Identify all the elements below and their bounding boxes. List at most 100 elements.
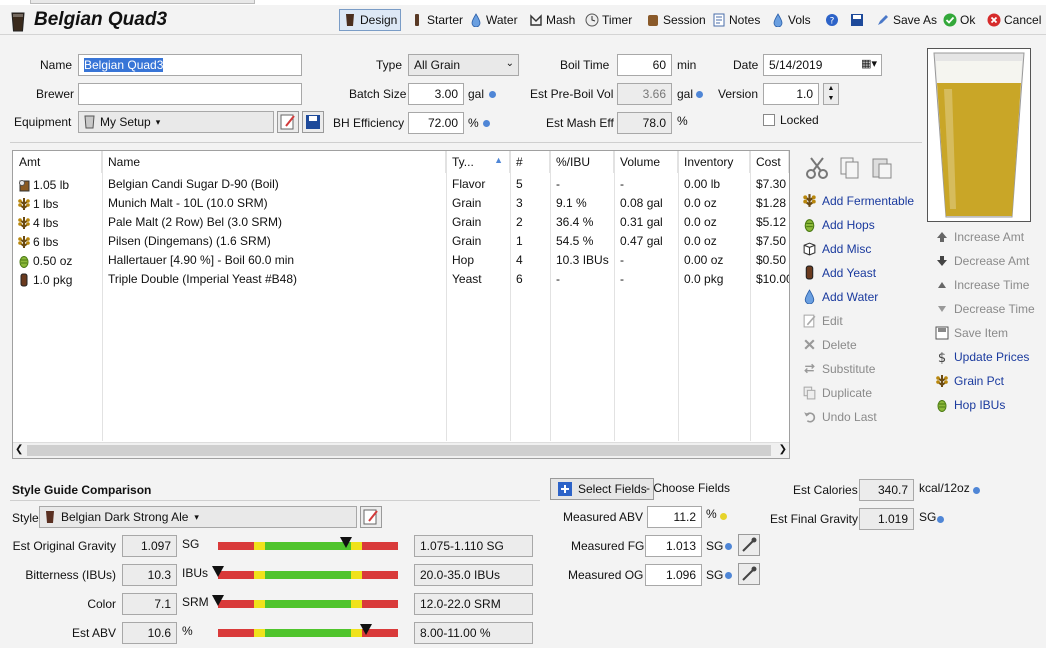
measured-fg-input[interactable]: 1.013 bbox=[645, 535, 702, 557]
batch-size-input[interactable]: 3.00 bbox=[408, 83, 464, 105]
edit-style-button[interactable] bbox=[360, 506, 382, 528]
undo-last-button[interactable]: Undo Last bbox=[802, 409, 877, 424]
version-input[interactable]: 1.0 bbox=[763, 83, 819, 105]
save-item-button[interactable]: Save Item bbox=[935, 326, 1008, 340]
cell-cost: $5.12 bbox=[756, 215, 787, 229]
duplicate-button[interactable]: Duplicate bbox=[802, 385, 872, 400]
chevron-down-icon: ▾ bbox=[194, 511, 199, 522]
select-fields-button[interactable]: Select Fields bbox=[550, 478, 654, 500]
edit-button[interactable]: Edit bbox=[802, 313, 843, 328]
help-button[interactable]: ? bbox=[822, 9, 842, 31]
column-header[interactable]: Volume bbox=[614, 151, 678, 173]
save-as-button[interactable]: Save As bbox=[873, 9, 940, 31]
type-select[interactable]: All Grain ⌄ bbox=[408, 54, 519, 76]
est-final-gravity-unit: SG bbox=[919, 510, 937, 524]
add-yeast-button[interactable]: Add Yeast bbox=[802, 265, 876, 280]
column-header[interactable]: Name bbox=[102, 151, 446, 173]
cut-icon[interactable] bbox=[805, 156, 829, 180]
batch-size-unit: gal bbox=[468, 87, 485, 101]
calendar-icon[interactable]: ▦▾ bbox=[861, 57, 877, 70]
name-input[interactable]: Belgian Quad3 bbox=[78, 54, 302, 76]
version-stepper[interactable]: ▲ ▼ bbox=[823, 83, 839, 105]
column-header[interactable]: %/IBU bbox=[550, 151, 614, 173]
table-row[interactable]: 1 lbs Munich Malt - 10L (10.0 SRM) Grain 3 9… bbox=[13, 194, 789, 213]
scroll-right-icon[interactable]: ❯ bbox=[779, 444, 787, 455]
ingredient-grid[interactable]: Amt Name Ty... ▲ # %/IBU Volume Inventory Cost 1… bbox=[12, 150, 790, 459]
substitute-button[interactable]: Substitute bbox=[802, 361, 875, 376]
grain-icon bbox=[803, 194, 816, 207]
decrease-amt-button[interactable]: Decrease Amt bbox=[935, 254, 1029, 268]
cell-num: 4 bbox=[516, 253, 523, 267]
grain-pct-button[interactable]: Grain Pct bbox=[935, 374, 1004, 388]
arrow-up-icon bbox=[937, 232, 947, 242]
measured-abv-unit: % bbox=[706, 507, 717, 521]
column-header[interactable]: Inventory bbox=[678, 151, 750, 173]
style-row-range: 1.075-1.110 SG bbox=[414, 535, 533, 557]
column-header[interactable]: Ty... ▲ bbox=[446, 151, 510, 173]
version-label: Version bbox=[718, 87, 759, 101]
column-header[interactable]: # bbox=[510, 151, 550, 173]
cell-amt: 6 lbs bbox=[13, 232, 102, 251]
edit-equipment-button[interactable] bbox=[277, 111, 299, 133]
horizontal-scrollbar[interactable]: ❮ ❯ bbox=[13, 442, 789, 458]
increase-amt-button[interactable]: Increase Amt bbox=[935, 230, 1024, 244]
sugar-icon bbox=[19, 179, 30, 191]
tab-starter[interactable]: Starter bbox=[407, 9, 466, 31]
paste-icon[interactable] bbox=[870, 156, 894, 180]
tab-vols[interactable]: Vols bbox=[768, 9, 814, 31]
table-row[interactable]: 1.0 pkg Triple Double (Imperial Yeast #B4… bbox=[13, 270, 789, 289]
equipment-select[interactable]: My Setup ▾ bbox=[78, 111, 274, 133]
column-header[interactable]: Amt bbox=[13, 151, 102, 173]
action-label: Add Hops bbox=[822, 217, 875, 232]
table-row[interactable]: 1.05 lb Belgian Candi Sugar D-90 (Boil) Fl… bbox=[13, 175, 789, 194]
table-row[interactable]: 0.50 oz Hallertauer [4.90 %] - Boil 60.0 … bbox=[13, 251, 789, 270]
add-misc-button[interactable]: Add Misc bbox=[802, 241, 871, 256]
table-row[interactable]: 6 lbs Pilsen (Dingemans) (1.6 SRM) Grain 1 5… bbox=[13, 232, 789, 251]
bh-efficiency-input[interactable]: 72.00 bbox=[408, 112, 464, 134]
cell-pct: - bbox=[556, 272, 560, 286]
scrollbar-thumb[interactable] bbox=[27, 445, 771, 456]
tab-mash-label: Mash bbox=[546, 13, 576, 27]
save-icon bbox=[306, 115, 320, 129]
tab-timer[interactable]: Timer bbox=[582, 9, 635, 31]
save-equipment-button[interactable] bbox=[302, 111, 324, 133]
measured-og-input[interactable]: 1.096 bbox=[645, 564, 702, 586]
hop-icon bbox=[804, 219, 815, 232]
style-row-value: 1.097 bbox=[122, 535, 177, 557]
chevron-down-icon: ⌄ bbox=[505, 58, 514, 69]
cell-inv: 0.0 oz bbox=[684, 215, 717, 229]
add-hops-button[interactable]: Add Hops bbox=[802, 217, 875, 232]
hydrometer-fg-button[interactable] bbox=[738, 534, 760, 556]
tab-session[interactable]: Session bbox=[643, 9, 709, 31]
add-fermentable-button[interactable]: Add Fermentable bbox=[802, 193, 914, 208]
tab-timer-label: Timer bbox=[602, 13, 633, 27]
scroll-left-icon[interactable]: ❮ bbox=[15, 444, 23, 455]
tab-design[interactable]: Design bbox=[339, 9, 402, 31]
copy-icon[interactable] bbox=[838, 156, 862, 180]
date-picker[interactable]: 5/14/2019 ▦▾ bbox=[763, 54, 882, 76]
cancel-button[interactable]: Cancel bbox=[984, 9, 1044, 31]
table-row[interactable]: 4 lbs Pale Malt (2 Row) Bel (3.0 SRM) Grai… bbox=[13, 213, 789, 232]
style-select[interactable]: Belgian Dark Strong Ale ▾ bbox=[39, 506, 357, 528]
delete-button[interactable]: Delete bbox=[802, 337, 857, 352]
cell-name: Pilsen (Dingemans) (1.6 SRM) bbox=[108, 234, 271, 248]
ok-button[interactable]: Ok bbox=[940, 9, 978, 31]
locked-checkbox[interactable] bbox=[763, 114, 775, 126]
save-button[interactable] bbox=[847, 9, 867, 31]
hydrometer-og-button[interactable] bbox=[738, 563, 760, 585]
column-header[interactable]: Cost bbox=[750, 151, 789, 173]
tab-mash[interactable]: Mash bbox=[526, 9, 578, 31]
decrease-time-button[interactable]: Decrease Time bbox=[935, 302, 1035, 316]
boil-time-input[interactable]: 60 bbox=[617, 54, 672, 76]
cell-vol: 0.47 gal bbox=[620, 234, 663, 248]
measured-abv-input[interactable]: 11.2 bbox=[647, 506, 702, 528]
brewer-input[interactable] bbox=[78, 83, 302, 105]
increase-time-button[interactable]: Increase Time bbox=[935, 278, 1029, 292]
action-label: Hop IBUs bbox=[954, 398, 1006, 412]
update-prices-button[interactable]: $ Update Prices bbox=[935, 350, 1030, 364]
tab-notes[interactable]: Notes bbox=[709, 9, 763, 31]
add-water-button[interactable]: Add Water bbox=[802, 289, 878, 304]
tab-water[interactable]: Water bbox=[466, 9, 521, 31]
top-tab[interactable] bbox=[30, 0, 255, 4]
hop-ibus-button[interactable]: Hop IBUs bbox=[935, 398, 1005, 412]
